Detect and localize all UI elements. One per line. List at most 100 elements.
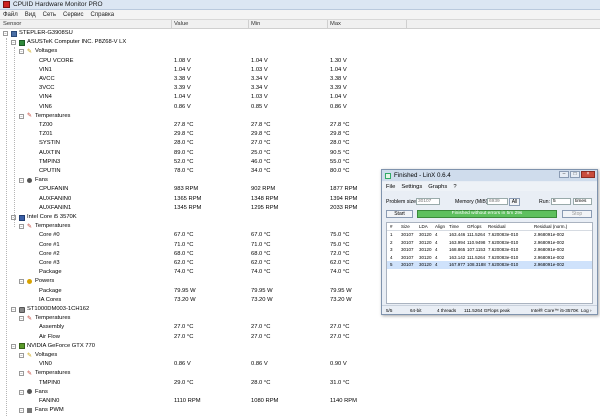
minimize-button[interactable]: – [559,171,569,178]
tree-group-row[interactable]: − ✎ Temperatures [0,314,600,323]
memory-input[interactable]: 6939 [487,198,508,205]
sensor-row[interactable]: VIN0 0.86 V 0.86 V 0.90 V [0,360,600,369]
pc-icon [11,30,17,37]
collapse-toggle[interactable]: − [19,178,24,184]
column-sensor[interactable]: Sensor [3,21,21,27]
column-divider[interactable] [406,20,407,29]
sensor-row[interactable]: TMPIN0 29.0 °C 28.0 °C 31.0 °C [0,379,600,388]
tree-group-row[interactable]: − NVIDIA GeForce GTX 770 [0,342,600,351]
collapse-toggle[interactable]: − [19,408,24,414]
sensor-label: VIN4 [39,94,52,101]
collapse-toggle[interactable]: − [19,389,24,395]
sensor-row[interactable]: VIN4 1.04 V 1.03 V 1.04 V [0,93,600,102]
column-max[interactable]: Max [330,21,341,27]
sensor-row[interactable]: AVCC 3.38 V 3.34 V 3.38 V [0,75,600,84]
sensor-value: 983 RPM [174,186,199,193]
log-button[interactable]: Log › [581,308,591,313]
column-divider[interactable] [327,20,328,29]
tree-group-row[interactable]: − ✎ Voltages [0,351,600,360]
results-header-cell[interactable]: Residual (norm.) [534,224,567,229]
sensor-row[interactable]: FANIN0 1110 RPM 1080 RPM 1140 RPM [0,397,600,406]
menu-file[interactable]: Файл [3,12,18,18]
collapse-toggle[interactable]: − [11,40,16,46]
start-button[interactable]: Start [386,210,413,218]
collapse-toggle[interactable]: − [19,279,24,285]
results-cell: 2.968091e-002 [534,247,565,252]
results-header-cell[interactable]: # [390,224,393,229]
run-unit-select[interactable]: times [573,198,592,205]
results-row[interactable]: 1 30107 30120 4 163.446 111.5264 7.620083e-010… [387,231,592,239]
collapse-toggle[interactable]: − [11,307,16,312]
tree-group-row[interactable]: − ASUSTeK Computer INC. P8Z68-V LX [0,38,600,47]
tree-group-row[interactable]: − STEPLER-G3908SU [0,29,600,38]
column-value[interactable]: Value [174,21,188,27]
sensor-row[interactable]: VIN1 1.04 V 1.03 V 1.04 V [0,66,600,75]
tree-group-row[interactable]: − Fans [0,388,600,397]
collapse-toggle[interactable]: − [19,353,24,358]
results-header-cell[interactable]: Align [435,224,445,229]
results-header-cell[interactable]: Size [401,224,410,229]
sensor-label: AUXTIN [39,149,61,156]
results-header-cell[interactable]: LDA [419,224,428,229]
collapse-toggle[interactable]: − [11,343,16,349]
menu-tools[interactable]: Сервис [63,12,84,18]
problem-size-input[interactable]: 30107 [416,198,440,205]
collapse-toggle[interactable]: − [19,316,24,322]
results-cell: 3 [390,247,393,252]
results-header-cell[interactable]: GFlops [467,224,482,229]
linx-title-bar[interactable]: Finished - LinX 0.6.4 – □ × [382,170,597,181]
sensor-row[interactable]: AUXTIN 89.0 °C 25.0 °C 90.5 °C [0,149,600,158]
collapse-toggle[interactable]: − [3,31,8,36]
volt-icon: ✎ [27,352,33,359]
sensor-max: 2033 RPM [330,204,358,211]
menu-help[interactable]: Справка [91,12,115,18]
results-header-cell[interactable]: Time [449,224,459,229]
sensor-row[interactable]: Assembly 27.0 °C 27.0 °C 27.0 °C [0,323,600,332]
sensor-row[interactable]: SYSTIN 28.0 °C 27.0 °C 28.0 °C [0,139,600,148]
linx-menu-help[interactable]: ? [453,184,456,190]
sensor-row[interactable]: TZ00 27.8 °C 27.8 °C 27.8 °C [0,121,600,130]
sensor-label: Voltages [35,352,58,358]
collapse-toggle[interactable]: − [19,224,24,230]
close-button[interactable]: × [581,171,595,178]
column-divider[interactable] [171,20,172,29]
sensor-value: 68.0 °C [174,250,194,257]
sensor-max: 79.95 W [330,287,352,294]
collapse-toggle[interactable]: − [19,49,24,55]
sensor-label: CPUFANIN [39,186,69,193]
linx-menu-file[interactable]: File [386,184,395,190]
column-min[interactable]: Min [251,21,260,27]
tree-group-row[interactable]: − ✎ Temperatures [0,112,600,121]
sensor-row[interactable]: CPU VCORE 1.08 V 1.04 V 1.30 V [0,57,600,66]
collapse-toggle[interactable]: − [19,113,24,119]
column-divider[interactable] [248,20,249,29]
results-row[interactable]: 4 30107 30120 4 163.142 111.5264 7.620083e-010… [387,254,592,262]
results-cell: 1 [390,232,393,237]
sensor-row[interactable]: TMPIN3 52.0 °C 46.0 °C 55.0 °C [0,158,600,167]
linx-menu-graphs[interactable]: Graphs [428,184,447,190]
linx-menu-settings[interactable]: Settings [401,184,422,190]
tree-guide-line [13,47,15,227]
sensor-row[interactable]: TZ01 29.8 °C 29.8 °C 29.8 °C [0,130,600,139]
maximize-button[interactable]: □ [570,171,580,178]
stop-button[interactable]: Stop [562,210,592,218]
fan-icon [27,389,32,395]
tree-group-row[interactable]: − ✎ Temperatures [0,369,600,378]
results-row[interactable]: 2 30107 30120 4 163.994 110.9498 7.620083e-010… [387,239,592,247]
hdd-icon [19,306,25,313]
results-row[interactable]: 5 30107 30120 4 167.977 108.3188 7.620083e-010… [387,261,592,269]
menu-network[interactable]: Сеть [43,12,56,18]
sensor-value: 79.95 W [174,287,196,294]
sensor-row[interactable]: Air Flow 27.0 °C 27.0 °C 27.0 °C [0,333,600,342]
collapse-toggle[interactable]: − [19,371,24,377]
tree-group-row[interactable]: − Fans PWM [0,406,600,415]
sensor-min: 28.0 °C [251,379,271,386]
menu-view[interactable]: Вид [25,12,36,18]
results-header-cell[interactable]: Residual [488,224,506,229]
sensor-row[interactable]: VIN6 0.86 V 0.85 V 0.86 V [0,103,600,112]
results-row[interactable]: 3 30107 30120 4 168.865 107.1153 7.620083e-010… [387,246,592,254]
run-count-input[interactable]: 5 [551,198,571,205]
tree-group-row[interactable]: − ✎ Voltages [0,47,600,56]
all-memory-button[interactable]: All [509,197,520,206]
sensor-row[interactable]: 3VCC 3.39 V 3.34 V 3.39 V [0,84,600,93]
